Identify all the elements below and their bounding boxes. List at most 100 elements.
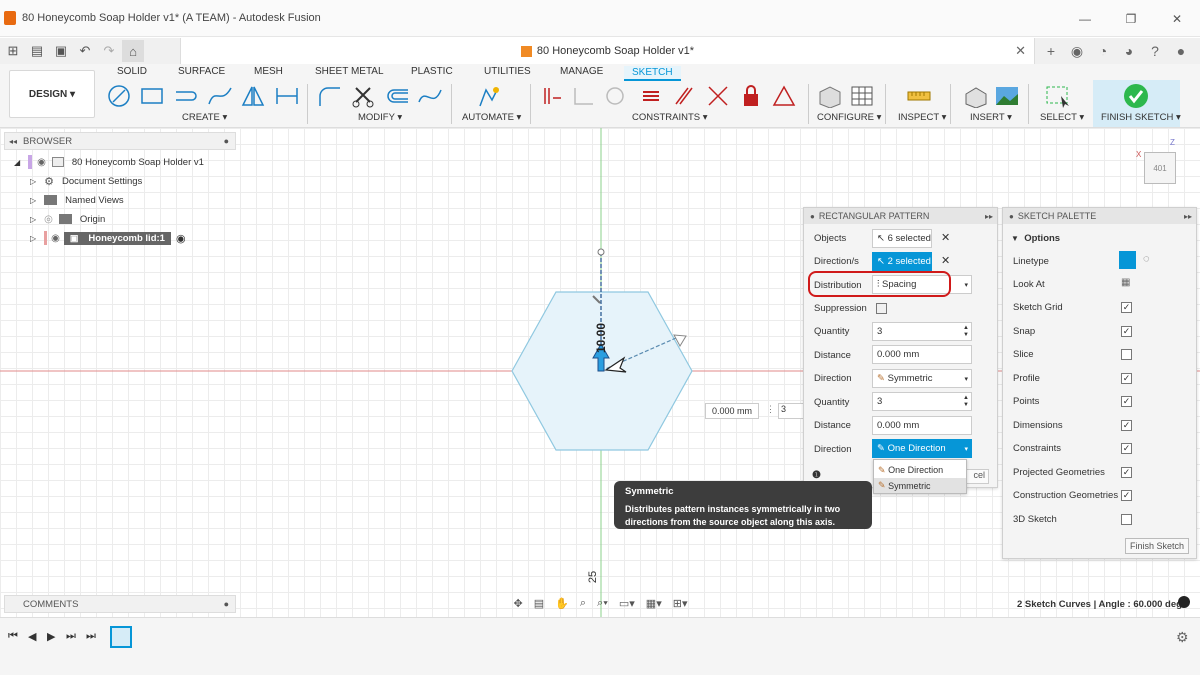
tab-sheet-metal[interactable]: SHEET METAL <box>315 66 384 77</box>
step-forward-icon[interactable]: ⏭ <box>66 630 76 643</box>
measure-icon[interactable] <box>906 84 932 108</box>
onscreen-stepper-icon[interactable]: ⋮ <box>766 404 775 415</box>
eye-icon[interactable]: ◉ <box>37 157 46 168</box>
suppression-checkbox[interactable] <box>876 303 887 314</box>
constraints-checkbox[interactable]: ✓ <box>1121 443 1132 454</box>
curve-icon[interactable] <box>417 84 443 108</box>
create-group-label[interactable]: CREATE ▾ <box>182 112 227 123</box>
select-icon[interactable] <box>1045 84 1071 108</box>
tab-plastic[interactable]: PLASTIC <box>411 66 453 77</box>
options-section[interactable]: ▼ Options <box>1011 228 1060 248</box>
option-one-direction[interactable]: ✎ One Direction <box>874 462 966 478</box>
insert-group-label[interactable]: INSERT ▾ <box>970 112 1012 123</box>
viewcube[interactable]: 401 <box>1144 152 1176 184</box>
configure-table-icon[interactable] <box>849 84 875 108</box>
dimension-10-label[interactable]: 10.00 <box>594 323 608 353</box>
line-icon[interactable] <box>106 84 132 108</box>
tangent-icon[interactable] <box>602 84 628 108</box>
perpendicular-icon[interactable] <box>705 84 731 108</box>
sketch-grid-checkbox[interactable]: ✓ <box>1121 302 1132 313</box>
pan-icon[interactable]: ✋ <box>555 597 569 610</box>
dimensions-checkbox[interactable]: ✓ <box>1121 420 1132 431</box>
expand-palette-icon[interactable]: ▸▸ <box>1184 212 1192 221</box>
expand-dialog-icon[interactable]: ▸▸ <box>985 212 993 221</box>
palette-header[interactable]: ● SKETCH PALETTE ▸▸ <box>1003 208 1196 224</box>
distance-1-input[interactable]: 0.000 mm <box>872 345 972 364</box>
linetype-centerline-icon[interactable]: ◌ <box>1143 253 1150 265</box>
clear-directions-icon[interactable]: ✕ <box>941 254 950 267</box>
tree-item-document-settings[interactable]: ▷ ⚙ Document Settings <box>30 172 142 190</box>
grid-menu-icon[interactable]: ⊞ <box>2 40 24 62</box>
rectangle-icon[interactable] <box>139 84 165 108</box>
clear-objects-icon[interactable]: ✕ <box>941 231 950 244</box>
coincident-icon[interactable] <box>538 84 564 108</box>
help-icon[interactable]: ? <box>1142 43 1168 59</box>
zoom-window-icon[interactable]: ⌕▾ <box>597 597 608 610</box>
trim-icon[interactable] <box>350 84 376 108</box>
tree-item-named-views[interactable]: ▷ Named Views <box>30 191 124 209</box>
maximize-button[interactable]: ❐ <box>1108 0 1154 37</box>
browser-panel-header[interactable]: ◂◂ BROWSER ● <box>4 132 236 150</box>
collapse-browser-icon[interactable]: ◂◂ <box>9 137 17 146</box>
construction-geometries-checkbox[interactable]: ✓ <box>1121 490 1132 501</box>
workspace-switcher[interactable]: DESIGN ▾ <box>9 70 95 118</box>
close-tab-icon[interactable]: ✕ <box>1015 43 1026 59</box>
spline-icon[interactable] <box>207 84 233 108</box>
redo-icon[interactable]: ↷ <box>98 40 120 62</box>
active-component-chip[interactable]: ▣ Honeycomb lid:1 <box>63 231 171 245</box>
look-at-icon[interactable]: ▤ <box>534 597 544 610</box>
viewports-icon[interactable]: ⊞▾ <box>673 597 688 610</box>
expand-icon[interactable]: ▷ <box>30 234 36 243</box>
tab-mesh[interactable]: MESH <box>254 66 283 77</box>
status-icon[interactable] <box>1178 596 1190 608</box>
profile-checkbox[interactable]: ✓ <box>1121 373 1132 384</box>
horizontal-vertical-icon[interactable] <box>570 84 596 108</box>
info-icon[interactable]: ❶ <box>812 470 821 481</box>
expand-icon[interactable]: ◢ <box>14 158 20 167</box>
dimension-icon[interactable] <box>274 84 300 108</box>
distance-2-input[interactable]: 0.000 mm <box>872 416 972 435</box>
go-to-start-icon[interactable]: ⏮ <box>8 630 18 643</box>
tree-item-root[interactable]: ◢ ◉ 80 Honeycomb Soap Holder v1 <box>14 153 204 171</box>
mirror-icon[interactable] <box>240 84 266 108</box>
insert-image-icon[interactable] <box>994 84 1020 108</box>
direction-2-dropdown[interactable]: ✎ One Direction ▾ <box>872 439 972 458</box>
projected-geometries-checkbox[interactable]: ✓ <box>1121 467 1132 478</box>
tab-surface[interactable]: SURFACE <box>178 66 225 77</box>
orbit-icon[interactable]: ✥ <box>514 597 523 610</box>
avatar[interactable]: ● <box>1168 43 1194 59</box>
grid-settings-icon[interactable]: ▦▾ <box>646 597 662 610</box>
hidden-eye-icon[interactable]: ◎ <box>44 214 53 225</box>
automate-icon[interactable] <box>476 84 502 108</box>
activate-radio-icon[interactable]: ◉ <box>176 232 186 245</box>
triangle-icon[interactable] <box>771 84 797 108</box>
automate-group-label[interactable]: AUTOMATE ▾ <box>462 112 521 123</box>
direction-1-dropdown[interactable]: ✎ Symmetric ▾ <box>872 369 972 388</box>
look-at-icon[interactable]: ▦ <box>1121 277 1130 288</box>
undo-icon[interactable]: ↶ <box>74 40 96 62</box>
job-status-icon[interactable]: ◔ <box>1090 43 1116 59</box>
offset-icon[interactable] <box>384 84 410 108</box>
tab-sketch[interactable]: SKETCH <box>624 66 681 81</box>
tab-utilities[interactable]: UTILITIES <box>484 66 531 77</box>
expand-icon[interactable]: ▷ <box>30 215 36 224</box>
objects-selector[interactable]: ↖ 6 selected <box>872 229 932 248</box>
timeline-sketch-feature[interactable] <box>110 626 132 648</box>
comments-pin-icon[interactable]: ● <box>224 599 229 609</box>
slice-checkbox[interactable] <box>1121 349 1132 360</box>
home-icon[interactable]: ⌂ <box>122 40 144 62</box>
configure-group-label[interactable]: CONFIGURE ▾ <box>817 112 881 123</box>
constraints-group-label[interactable]: CONSTRAINTS ▾ <box>632 112 708 123</box>
onscreen-quantity-input[interactable]: 3 <box>778 403 804 419</box>
directions-selector[interactable]: ↖ 2 selected <box>872 252 932 271</box>
document-tab[interactable]: 80 Honeycomb Soap Holder v1* ✕ <box>180 38 1035 64</box>
dialog-header[interactable]: ● RECTANGULAR PATTERN ▸▸ <box>804 208 997 224</box>
quantity-1-input[interactable]: 3 ▲ ▼ <box>872 322 972 341</box>
lock-icon[interactable] <box>738 84 764 108</box>
file-icon[interactable]: ▤ <box>26 40 48 62</box>
tab-manage[interactable]: MANAGE <box>560 66 603 77</box>
palette-finish-sketch-button[interactable]: Finish Sketch <box>1125 538 1189 554</box>
browser-pin-icon[interactable]: ● <box>224 136 229 146</box>
display-settings-icon[interactable]: ▭▾ <box>619 597 635 610</box>
select-group-label[interactable]: SELECT ▾ <box>1040 112 1084 123</box>
